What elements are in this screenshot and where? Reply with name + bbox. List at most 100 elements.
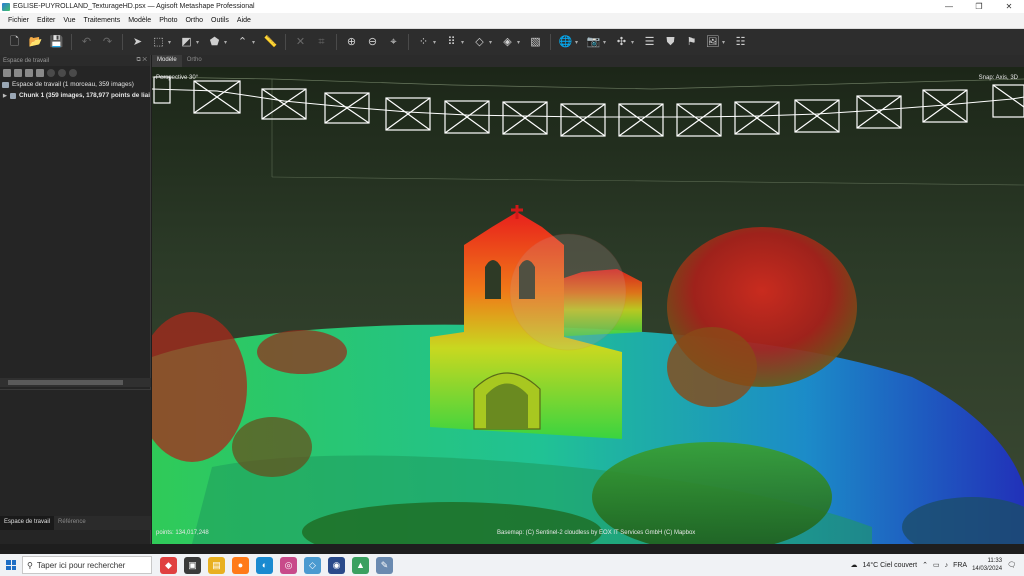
volume-icon[interactable]: ♪ — [945, 562, 949, 569]
left-vegetation — [232, 417, 312, 477]
workspace-panel-title: Espace de travail — [3, 57, 50, 64]
transform-icon[interactable]: ✣ — [613, 34, 630, 51]
new-file-icon[interactable]: 🗋 — [6, 34, 23, 51]
zoom-out-icon[interactable]: ⊖ — [364, 34, 381, 51]
menu-ortho[interactable]: Ortho — [181, 17, 207, 24]
clock[interactable]: 11:33 14/03/2024 — [972, 557, 1002, 573]
rectangle-selection-icon[interactable]: ⬚ — [150, 34, 167, 51]
layers-icon[interactable]: ☷ — [732, 34, 749, 51]
scrollbar-thumb[interactable] — [8, 380, 123, 385]
chevron-down-icon[interactable]: ▾ — [517, 39, 523, 46]
flag-icon[interactable]: ⚑ — [683, 34, 700, 51]
chevron-down-icon[interactable]: ▾ — [722, 39, 728, 46]
open-folder-icon[interactable]: 📂 — [27, 34, 44, 51]
point-cloud-icon[interactable]: ⁘ — [415, 34, 432, 51]
taskbar-search[interactable]: ⚲ Taper ici pour rechercher — [22, 556, 152, 574]
close-button[interactable]: ✕ — [994, 0, 1024, 13]
search-highlight-icon[interactable]: ◆ — [160, 556, 177, 574]
remove-icon[interactable] — [69, 68, 77, 77]
taskbar-apps: ◆ ▣ ▤ ● ◐ ◎ ◇ ◉ ▲ ✎ — [160, 556, 393, 574]
delete-selection-icon[interactable]: ✕ — [292, 34, 309, 51]
start-button[interactable] — [0, 554, 22, 576]
minimize-button[interactable]: — — [934, 0, 964, 13]
firefox-icon[interactable]: ● — [232, 556, 249, 574]
model-viewport[interactable]: Perspective 30° Snap: Axis, 3D points: 1… — [152, 67, 1024, 544]
add-photos-icon[interactable] — [14, 68, 22, 77]
menu-outils[interactable]: Outils — [207, 17, 233, 24]
window-controls: — ❐ ✕ — [934, 0, 1024, 13]
tab-reference[interactable]: Référence — [54, 516, 90, 530]
tab-modele[interactable]: Modèle — [152, 55, 182, 67]
tiled-model-icon[interactable]: ◈ — [499, 34, 516, 51]
camera-marker[interactable] — [992, 84, 1024, 118]
panel-undock-icon[interactable]: ⧉ ✕ — [136, 57, 147, 64]
tray-chevron-icon[interactable]: ⌃ — [922, 561, 928, 569]
app-icon[interactable]: ✎ — [376, 556, 393, 574]
tab-espace-de-travail[interactable]: Espace de travail — [0, 516, 55, 530]
add-marker-icon[interactable] — [36, 68, 44, 77]
mesh-icon[interactable]: ◇ — [471, 34, 488, 51]
crop-selection-icon[interactable]: ⌗ — [313, 34, 330, 51]
zoom-in-icon[interactable]: ⊕ — [343, 34, 360, 51]
edge-icon[interactable]: ◐ — [256, 556, 273, 574]
chevron-down-icon[interactable]: ▾ — [603, 39, 609, 46]
toolbar-divider — [550, 34, 551, 50]
workspace-horizontal-scrollbar[interactable] — [0, 378, 151, 387]
dem-icon[interactable]: ▧ — [527, 34, 544, 51]
ruler-icon[interactable]: 📏 — [262, 34, 279, 51]
file-explorer-icon[interactable]: ▤ — [208, 556, 225, 574]
add-chunk-icon[interactable] — [3, 68, 11, 77]
menu-vue[interactable]: Vue — [59, 17, 79, 24]
save-icon[interactable]: 💾 — [48, 34, 65, 51]
chevron-down-icon[interactable]: ▾ — [575, 39, 581, 46]
menu-modele[interactable]: Modèle — [124, 17, 155, 24]
chevron-down-icon[interactable]: ▾ — [489, 39, 495, 46]
menu-fichier[interactable]: Fichier — [4, 17, 33, 24]
shield-icon[interactable]: ⛊ — [662, 34, 679, 51]
chevron-down-icon[interactable]: ▾ — [224, 39, 230, 46]
metashape-app-icon — [2, 2, 10, 11]
enable-icon[interactable] — [47, 68, 55, 77]
network-icon[interactable]: ▭ — [933, 561, 940, 569]
image-icon[interactable]: 🖼 — [704, 34, 721, 51]
globe-icon[interactable]: 🌐 — [557, 34, 574, 51]
list-icon[interactable]: ☰ — [641, 34, 658, 51]
weather-icon[interactable]: ☁ — [851, 561, 858, 569]
redo-icon[interactable]: ↷ — [99, 34, 116, 51]
camera-icon[interactable]: 📷 — [585, 34, 602, 51]
chevron-down-icon[interactable]: ▾ — [631, 39, 637, 46]
menu-editer[interactable]: Editer — [33, 17, 59, 24]
shape-draw-icon[interactable]: ◩ — [178, 34, 195, 51]
chevron-down-icon[interactable]: ▾ — [461, 39, 467, 46]
reset-view-icon[interactable]: ⌖ — [385, 34, 402, 51]
menu-traitements[interactable]: Traitements — [80, 17, 125, 24]
app-icon[interactable]: ◎ — [280, 556, 297, 574]
app-icon[interactable]: ◉ — [328, 556, 345, 574]
language-indicator[interactable]: FRA — [953, 562, 967, 569]
tab-ortho[interactable]: Ortho — [182, 55, 207, 67]
navigation-cursor-icon[interactable]: ➤ — [129, 34, 146, 51]
toolbar-divider — [71, 34, 72, 50]
metashape-taskbar-icon[interactable]: ▲ — [352, 556, 369, 574]
polyline-icon[interactable]: ⌃ — [234, 34, 251, 51]
weather-text[interactable]: 14°C Ciel couvert — [863, 562, 918, 569]
app-icon[interactable]: ◇ — [304, 556, 321, 574]
task-view-icon[interactable]: ▣ — [184, 556, 201, 574]
menu-photo[interactable]: Photo — [155, 17, 181, 24]
undo-icon[interactable]: ↶ — [78, 34, 95, 51]
chunk-item[interactable]: ▶ Chunk 1 (359 images, 178,977 points de… — [0, 90, 150, 101]
chevron-down-icon[interactable]: ▾ — [196, 39, 202, 46]
dense-cloud-icon[interactable]: ⠿ — [443, 34, 460, 51]
notification-icon[interactable]: 🗨 — [1007, 561, 1016, 569]
chevron-down-icon[interactable]: ▾ — [252, 39, 258, 46]
navigation-trackball[interactable] — [509, 233, 627, 351]
disable-icon[interactable] — [58, 68, 66, 77]
add-folder-icon[interactable] — [25, 68, 33, 77]
chevron-down-icon[interactable]: ▾ — [433, 39, 439, 46]
menu-aide[interactable]: Aide — [233, 17, 255, 24]
workspace-root-item[interactable]: Espace de travail (1 morceau, 359 images… — [0, 79, 150, 90]
polygon-icon[interactable]: ⬟ — [206, 34, 223, 51]
chevron-down-icon[interactable]: ▾ — [168, 39, 174, 46]
maximize-button[interactable]: ❐ — [964, 0, 994, 13]
expand-arrow-icon[interactable]: ▶ — [3, 93, 8, 99]
